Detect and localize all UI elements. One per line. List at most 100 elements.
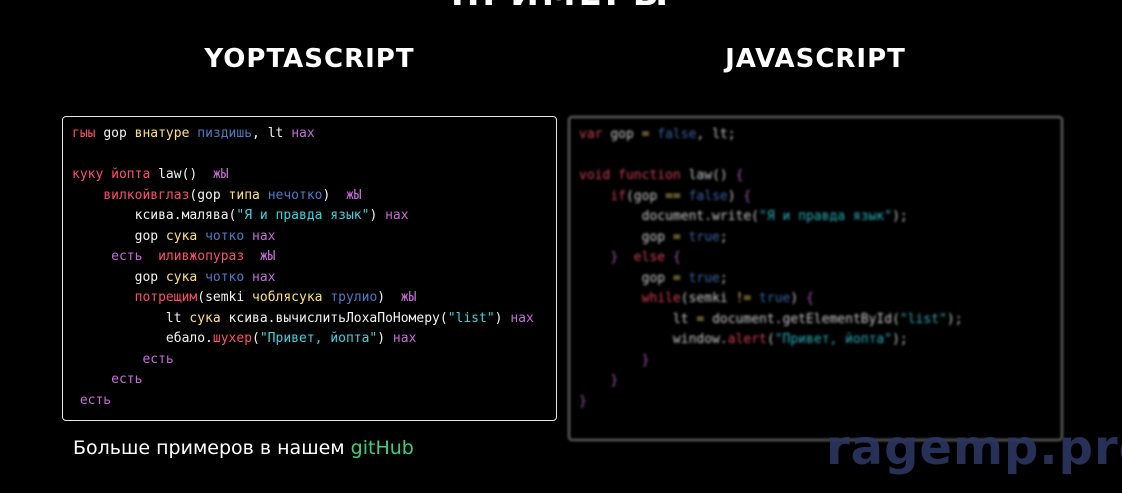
code-line: gop сука чотко нах — [72, 268, 556, 289]
code-token: alert — [727, 332, 767, 347]
code-token: йопта — [111, 167, 159, 182]
code-token: типа — [228, 187, 268, 203]
code-token: пиздишь — [197, 126, 253, 141]
code-token: (semki — [680, 291, 736, 306]
code-line: есть иливжопураз жЫ — [72, 247, 556, 268]
footer-more-examples: Больше примеров в нашем gitHub — [73, 437, 414, 459]
code-line: потрещим(semki чоблясука трулио) жЫ — [72, 288, 556, 309]
code-token: { — [735, 168, 744, 183]
code-token: true — [688, 270, 720, 286]
code-token: (gop — [189, 187, 229, 203]
code-line: lt = document.getElementById("list"); — [579, 310, 1061, 331]
code-token: нах — [392, 331, 417, 346]
code-token: { — [806, 291, 814, 306]
code-line: var gop = false, lt; — [579, 125, 1061, 146]
code-line: есть — [72, 391, 556, 412]
code-token: жЫ — [212, 167, 229, 182]
code-token: if — [610, 188, 626, 204]
code-token: != — [735, 291, 760, 306]
code-token: "list" — [899, 311, 947, 327]
code-token: } — [610, 373, 619, 388]
code-token: gop — [72, 269, 166, 285]
code-line: while(semki != true) { — [579, 289, 1061, 310]
code-token: жЫ — [259, 249, 276, 264]
yoptascript-code-block: гыы gop внатуре пиздишь, lt нах куку йопт… — [62, 116, 557, 421]
code-token: ксива.вычислитьЛохаПоНомеру( — [228, 310, 448, 326]
code-token: while — [641, 291, 681, 306]
code-token: нечотко — [267, 187, 323, 203]
code-token: (gop — [625, 188, 666, 204]
code-line: gop = true; — [579, 228, 1061, 249]
code-token: нах — [291, 126, 315, 141]
yoptascript-heading: YOPTASCRIPT — [204, 44, 415, 74]
javascript-code-block: var gop = false, lt; void function law() … — [568, 116, 1063, 441]
code-token: = — [672, 229, 689, 245]
code-token: ; — [719, 229, 728, 245]
section-title-clip: ПРИМЕРЫ — [0, 0, 1122, 12]
footer-text: Больше примеров в нашем — [73, 437, 351, 459]
code-line: window.alert("Привет, йопта"); — [579, 330, 1061, 351]
code-token: ) — [369, 208, 386, 223]
code-token: false — [688, 188, 728, 204]
code-token: ( — [252, 331, 260, 346]
code-line: document.write("Я и правда язык"); — [579, 207, 1061, 228]
code-token: gop — [103, 126, 135, 141]
code-line: if(gop == false) { — [579, 187, 1061, 208]
code-line: gop = true; — [579, 269, 1061, 290]
code-token: нах — [252, 269, 276, 285]
code-token: нах — [385, 208, 409, 223]
code-line: lt сука ксива.вычислитьЛохаПоНомеру("lis… — [72, 309, 556, 330]
code-token: , lt — [252, 126, 292, 141]
code-token: = — [672, 270, 689, 286]
code-line: } else { — [579, 248, 1061, 269]
code-token: сука — [165, 269, 206, 285]
code-token: ); — [892, 332, 908, 347]
github-link[interactable]: gitHub — [351, 437, 414, 459]
code-token: gop — [610, 127, 642, 142]
code-token: = — [641, 127, 658, 142]
code-token: потрещим — [134, 290, 198, 305]
code-token: var — [579, 127, 611, 142]
code-token: ); — [946, 311, 963, 327]
code-token: void — [579, 168, 619, 183]
code-token: } — [579, 393, 587, 409]
code-token: ) — [727, 188, 744, 204]
code-token: куку — [72, 167, 112, 182]
code-token: true — [759, 291, 791, 306]
code-token: gop — [579, 229, 673, 245]
code-token: false — [657, 127, 697, 142]
code-token: "Я и правда язык" — [236, 208, 370, 223]
code-line: есть — [72, 370, 556, 391]
code-token: } — [641, 352, 650, 368]
code-token: ксива.малява( — [72, 208, 237, 223]
code-token: шухер — [212, 331, 253, 346]
code-token: "Привет, йопта" — [774, 332, 893, 347]
code-token: сука — [165, 228, 206, 244]
code-line: void function law() { — [579, 166, 1061, 187]
code-token: , lt; — [696, 127, 736, 142]
code-token: window. — [579, 332, 728, 347]
code-token: gop — [72, 228, 166, 244]
section-title: ПРИМЕРЫ — [0, 0, 1122, 12]
code-token: true — [688, 229, 720, 245]
code-token: есть — [111, 249, 159, 264]
code-line: gop сука чотко нах — [72, 227, 556, 248]
code-token: нах — [510, 310, 534, 326]
code-token: ) — [322, 187, 346, 203]
code-token: { — [672, 250, 681, 265]
code-token: жЫ — [345, 187, 362, 203]
code-token: lt — [579, 311, 697, 327]
code-token: ; — [719, 270, 728, 286]
code-line: } — [579, 392, 1061, 413]
code-token: чотко — [205, 269, 253, 285]
